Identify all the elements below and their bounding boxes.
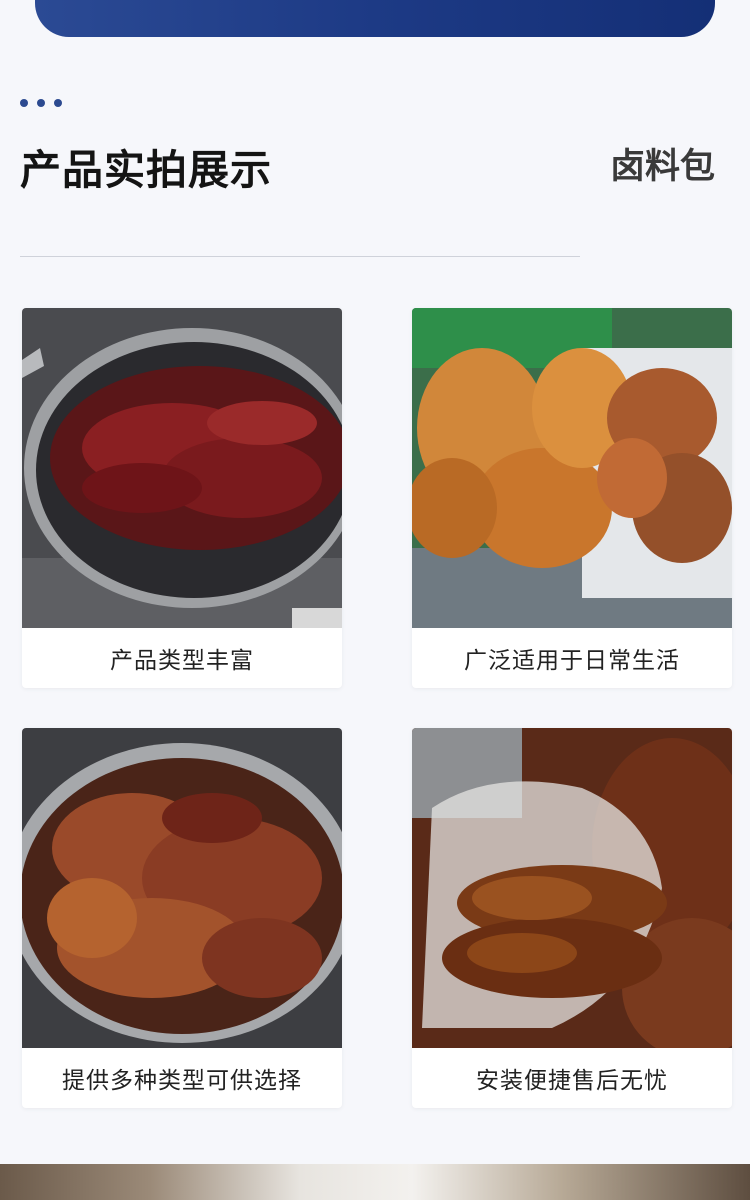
- dot: [37, 99, 45, 107]
- dot: [54, 99, 62, 107]
- card-caption: 安装便捷售后无忧: [476, 1068, 668, 1094]
- card-caption: 广泛适用于日常生活: [464, 648, 680, 674]
- section-tag: 卤料包: [609, 147, 715, 187]
- section-title: 产品实拍展示: [20, 146, 272, 194]
- dot: [20, 99, 28, 107]
- section-divider: [20, 256, 580, 257]
- braised-meat-tray-photo: [412, 308, 732, 628]
- braised-duck-pot-photo: [22, 728, 342, 1048]
- next-section-photo: [0, 1164, 750, 1200]
- product-card-1[interactable]: 产品类型丰富: [22, 308, 342, 688]
- chili-oil-pot-photo: [22, 308, 342, 628]
- card-caption: 提供多种类型可供选择: [62, 1068, 302, 1094]
- card-caption: 产品类型丰富: [110, 648, 254, 674]
- product-card-2[interactable]: 广泛适用于日常生活: [412, 308, 732, 688]
- braised-duck-head-photo: [412, 728, 732, 1048]
- top-banner: [35, 0, 715, 37]
- section-dots: [20, 99, 62, 107]
- product-card-4[interactable]: 安装便捷售后无忧: [412, 728, 732, 1108]
- product-card-3[interactable]: 提供多种类型可供选择: [22, 728, 342, 1108]
